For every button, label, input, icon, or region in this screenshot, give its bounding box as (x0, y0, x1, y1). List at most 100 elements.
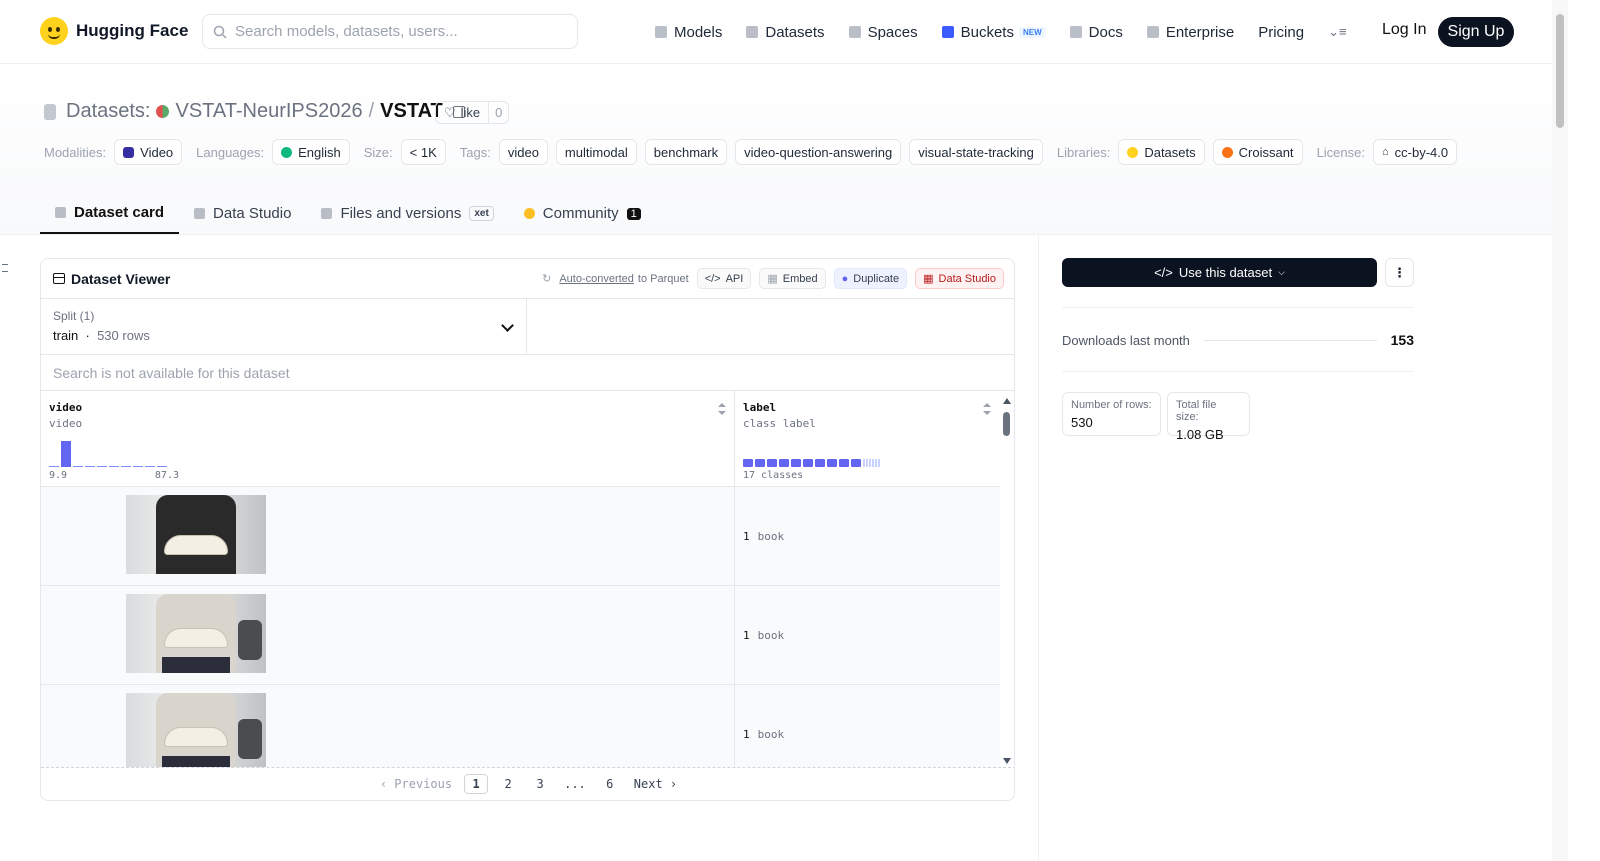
histogram-bar[interactable] (109, 466, 119, 467)
video-cell (41, 586, 735, 684)
scroll-down-icon[interactable] (1003, 758, 1011, 764)
tag-library-croissant[interactable]: Croissant (1212, 139, 1303, 165)
table-icon (194, 208, 206, 219)
histogram-bar[interactable] (85, 466, 95, 467)
search-input[interactable] (235, 23, 555, 40)
column-header-label[interactable]: label class label 17 classes (735, 391, 999, 486)
video-thumbnail[interactable] (126, 495, 266, 574)
tab-community[interactable]: Community 1 (509, 193, 656, 234)
more-options-button[interactable]: ⋮ (1385, 258, 1414, 287)
class-segment[interactable] (827, 459, 837, 467)
search-box[interactable] (202, 14, 578, 49)
class-segment[interactable] (851, 459, 861, 467)
label-cell: 1 book (735, 685, 999, 767)
next-page-button[interactable]: Next › (630, 774, 681, 794)
sidebar-divider (1038, 234, 1039, 861)
page-scroll-thumb[interactable] (1556, 14, 1564, 128)
tag-visual-state-tracking[interactable]: visual-state-tracking (909, 139, 1043, 165)
class-segment[interactable] (767, 459, 777, 467)
histogram-bar[interactable] (133, 466, 143, 467)
class-segment[interactable] (803, 459, 813, 467)
tag-license[interactable]: ⌂ cc-by-4.0 (1372, 139, 1458, 165)
histogram-bar[interactable] (121, 466, 131, 467)
embed-button[interactable]: ▦ Embed (759, 268, 826, 289)
tag-size[interactable]: < 1K (400, 139, 446, 165)
table-row[interactable]: 1 book (41, 685, 1014, 767)
tab-dataset-card[interactable]: Dataset card (40, 193, 180, 234)
nav-datasets[interactable]: Datasets (746, 24, 825, 41)
page-6-button[interactable]: 6 (598, 774, 622, 794)
page-2-button[interactable]: 2 (496, 774, 520, 794)
org-avatar[interactable] (156, 105, 170, 118)
rows-stat-value: 530 (1071, 415, 1093, 430)
tag-video[interactable]: video (498, 139, 548, 165)
page-3-button[interactable]: 3 (528, 774, 552, 794)
duration-histogram[interactable] (49, 439, 167, 467)
auto-converted-link[interactable]: Auto-converted (559, 273, 634, 285)
table-row[interactable]: 1 book (41, 487, 1014, 586)
dataset-card-icon (55, 207, 66, 218)
page-1-button[interactable]: 1 (464, 774, 489, 794)
page-scrollbar[interactable] (1552, 0, 1568, 861)
data-studio-button[interactable]: ▦ Data Studio (915, 268, 1004, 289)
brand-logo[interactable]: Hugging Face (40, 17, 188, 45)
split-selector[interactable]: Split (1) train · 530 rows (41, 299, 527, 354)
table-row[interactable]: 1 book (41, 586, 1014, 685)
sort-icon[interactable] (718, 403, 726, 415)
class-segment[interactable] (815, 459, 825, 467)
tag-library-datasets[interactable]: Datasets (1118, 139, 1205, 165)
scroll-up-icon[interactable] (1003, 398, 1011, 404)
class-segment[interactable] (755, 459, 765, 467)
breadcrumb-org[interactable]: VSTAT-NeurIPS2026 (175, 100, 362, 123)
login-link[interactable]: Log In (1382, 21, 1426, 39)
histogram-bar[interactable] (61, 441, 71, 467)
video-thumbnail[interactable] (126, 594, 266, 673)
signup-button[interactable]: Sign Up (1438, 17, 1514, 47)
nav-models[interactable]: Models (655, 24, 722, 41)
use-this-dataset-button[interactable]: </> Use this dataset ⌵ (1062, 258, 1377, 287)
nav-pricing[interactable]: Pricing (1258, 24, 1304, 41)
duplicate-button[interactable]: ● Duplicate (833, 268, 908, 289)
sort-icon[interactable] (983, 403, 991, 415)
like-button[interactable]: ♡ like 0 (435, 101, 510, 124)
class-segment[interactable] (743, 459, 753, 467)
tab-data-studio[interactable]: Data Studio (179, 193, 306, 234)
tag-modality[interactable]: Video (114, 139, 183, 165)
tag-benchmark[interactable]: benchmark (644, 139, 728, 165)
histogram-bar[interactable] (49, 466, 59, 467)
histogram-bar[interactable] (73, 466, 83, 467)
scroll-thumb[interactable] (1003, 412, 1010, 436)
split-selector-row: Split (1) train · 530 rows (41, 299, 1014, 355)
nav-docs[interactable]: Docs (1069, 24, 1123, 41)
class-segment[interactable] (791, 459, 801, 467)
class-segment[interactable] (839, 459, 849, 467)
viewer-actions: ↻ Auto-converted to Parquet </> API ▦ Embed… (542, 268, 1004, 289)
api-button[interactable]: </> API (696, 268, 752, 289)
like-count: 0 (495, 105, 503, 120)
tab-files-and-versions[interactable]: Files and versions xet (306, 193, 508, 234)
more-menu-button[interactable]: ⌄≡ (1328, 24, 1346, 40)
breadcrumb-section[interactable]: Datasets: (66, 100, 150, 123)
class-distribution-bar[interactable] (743, 459, 881, 467)
table-scrollbar[interactable] (1000, 394, 1014, 768)
histogram-bar[interactable] (145, 466, 155, 467)
dataset-viewer: Dataset Viewer ↻ Auto-converted to Parque… (40, 258, 1015, 801)
downloads-stat: Downloads last month 153 (1062, 332, 1414, 348)
tag-language[interactable]: English (272, 139, 350, 165)
brand-name: Hugging Face (76, 21, 189, 40)
tag-multimodal[interactable]: multimodal (555, 139, 637, 165)
nav-spaces[interactable]: Spaces (848, 24, 918, 41)
histogram-bar[interactable] (97, 466, 107, 467)
nav-buckets[interactable]: Buckets NEW (941, 24, 1046, 41)
class-segment-rest[interactable] (863, 459, 881, 467)
nav-enterprise[interactable]: Enterprise (1146, 24, 1234, 41)
tag-video-question-answering[interactable]: video-question-answering (735, 139, 902, 165)
column-header-video[interactable]: video video 9.9 87.3 (41, 391, 735, 486)
video-thumbnail[interactable] (126, 693, 266, 767)
previous-page-button[interactable]: ‹ Previous (376, 774, 456, 794)
histogram-bar[interactable] (157, 466, 167, 467)
dataset-name[interactable]: VSTAT (380, 100, 443, 123)
toc-toggle-icon[interactable] (2, 264, 8, 272)
class-segment[interactable] (779, 459, 789, 467)
top-navbar: Hugging Face Models Datasets Spaces Buck… (0, 0, 1552, 64)
